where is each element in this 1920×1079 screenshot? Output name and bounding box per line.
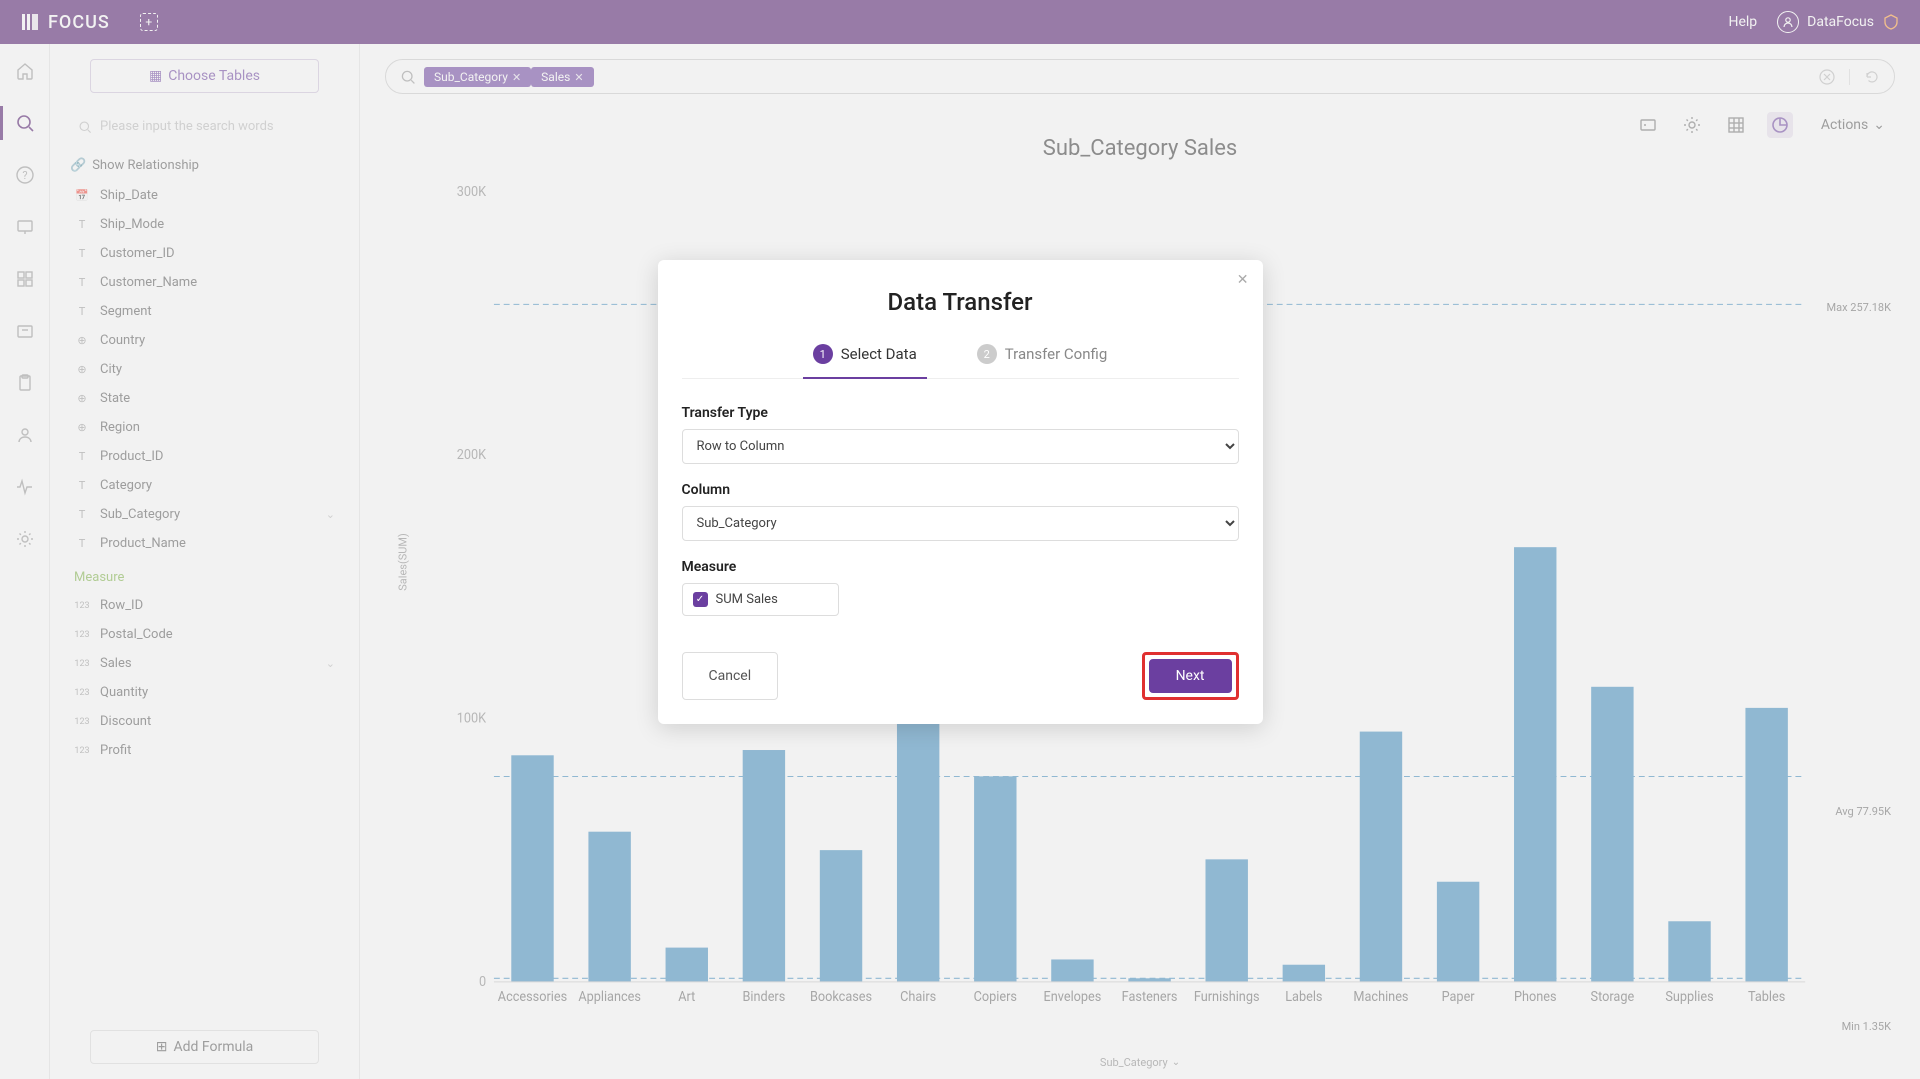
modal-overlay: ✕ Data Transfer 1 Select Data 2 Transfer… xyxy=(0,0,1920,1079)
measure-item-label: SUM Sales xyxy=(716,592,778,607)
step-number: 2 xyxy=(977,344,997,364)
transfer-type-label: Transfer Type xyxy=(682,405,1239,421)
modal-title: Data Transfer xyxy=(682,288,1239,316)
next-button[interactable]: Next xyxy=(1149,659,1232,693)
step-transfer-config[interactable]: 2 Transfer Config xyxy=(977,344,1108,378)
step-number: 1 xyxy=(813,344,833,364)
column-select[interactable]: Sub_Category xyxy=(682,506,1239,541)
data-transfer-modal: ✕ Data Transfer 1 Select Data 2 Transfer… xyxy=(658,260,1263,724)
modal-steps: 1 Select Data 2 Transfer Config xyxy=(682,344,1239,379)
step-select-data[interactable]: 1 Select Data xyxy=(813,344,917,378)
next-highlight: Next xyxy=(1142,652,1239,700)
check-icon: ✓ xyxy=(693,592,708,607)
column-label: Column xyxy=(682,482,1239,498)
cancel-button[interactable]: Cancel xyxy=(682,652,779,700)
step-label: Select Data xyxy=(841,345,917,363)
measure-checkbox[interactable]: ✓ SUM Sales xyxy=(682,583,839,616)
measure-label: Measure xyxy=(682,559,1239,575)
step-label: Transfer Config xyxy=(1005,345,1108,363)
transfer-type-select[interactable]: Row to Column xyxy=(682,429,1239,464)
close-icon[interactable]: ✕ xyxy=(1237,272,1249,288)
